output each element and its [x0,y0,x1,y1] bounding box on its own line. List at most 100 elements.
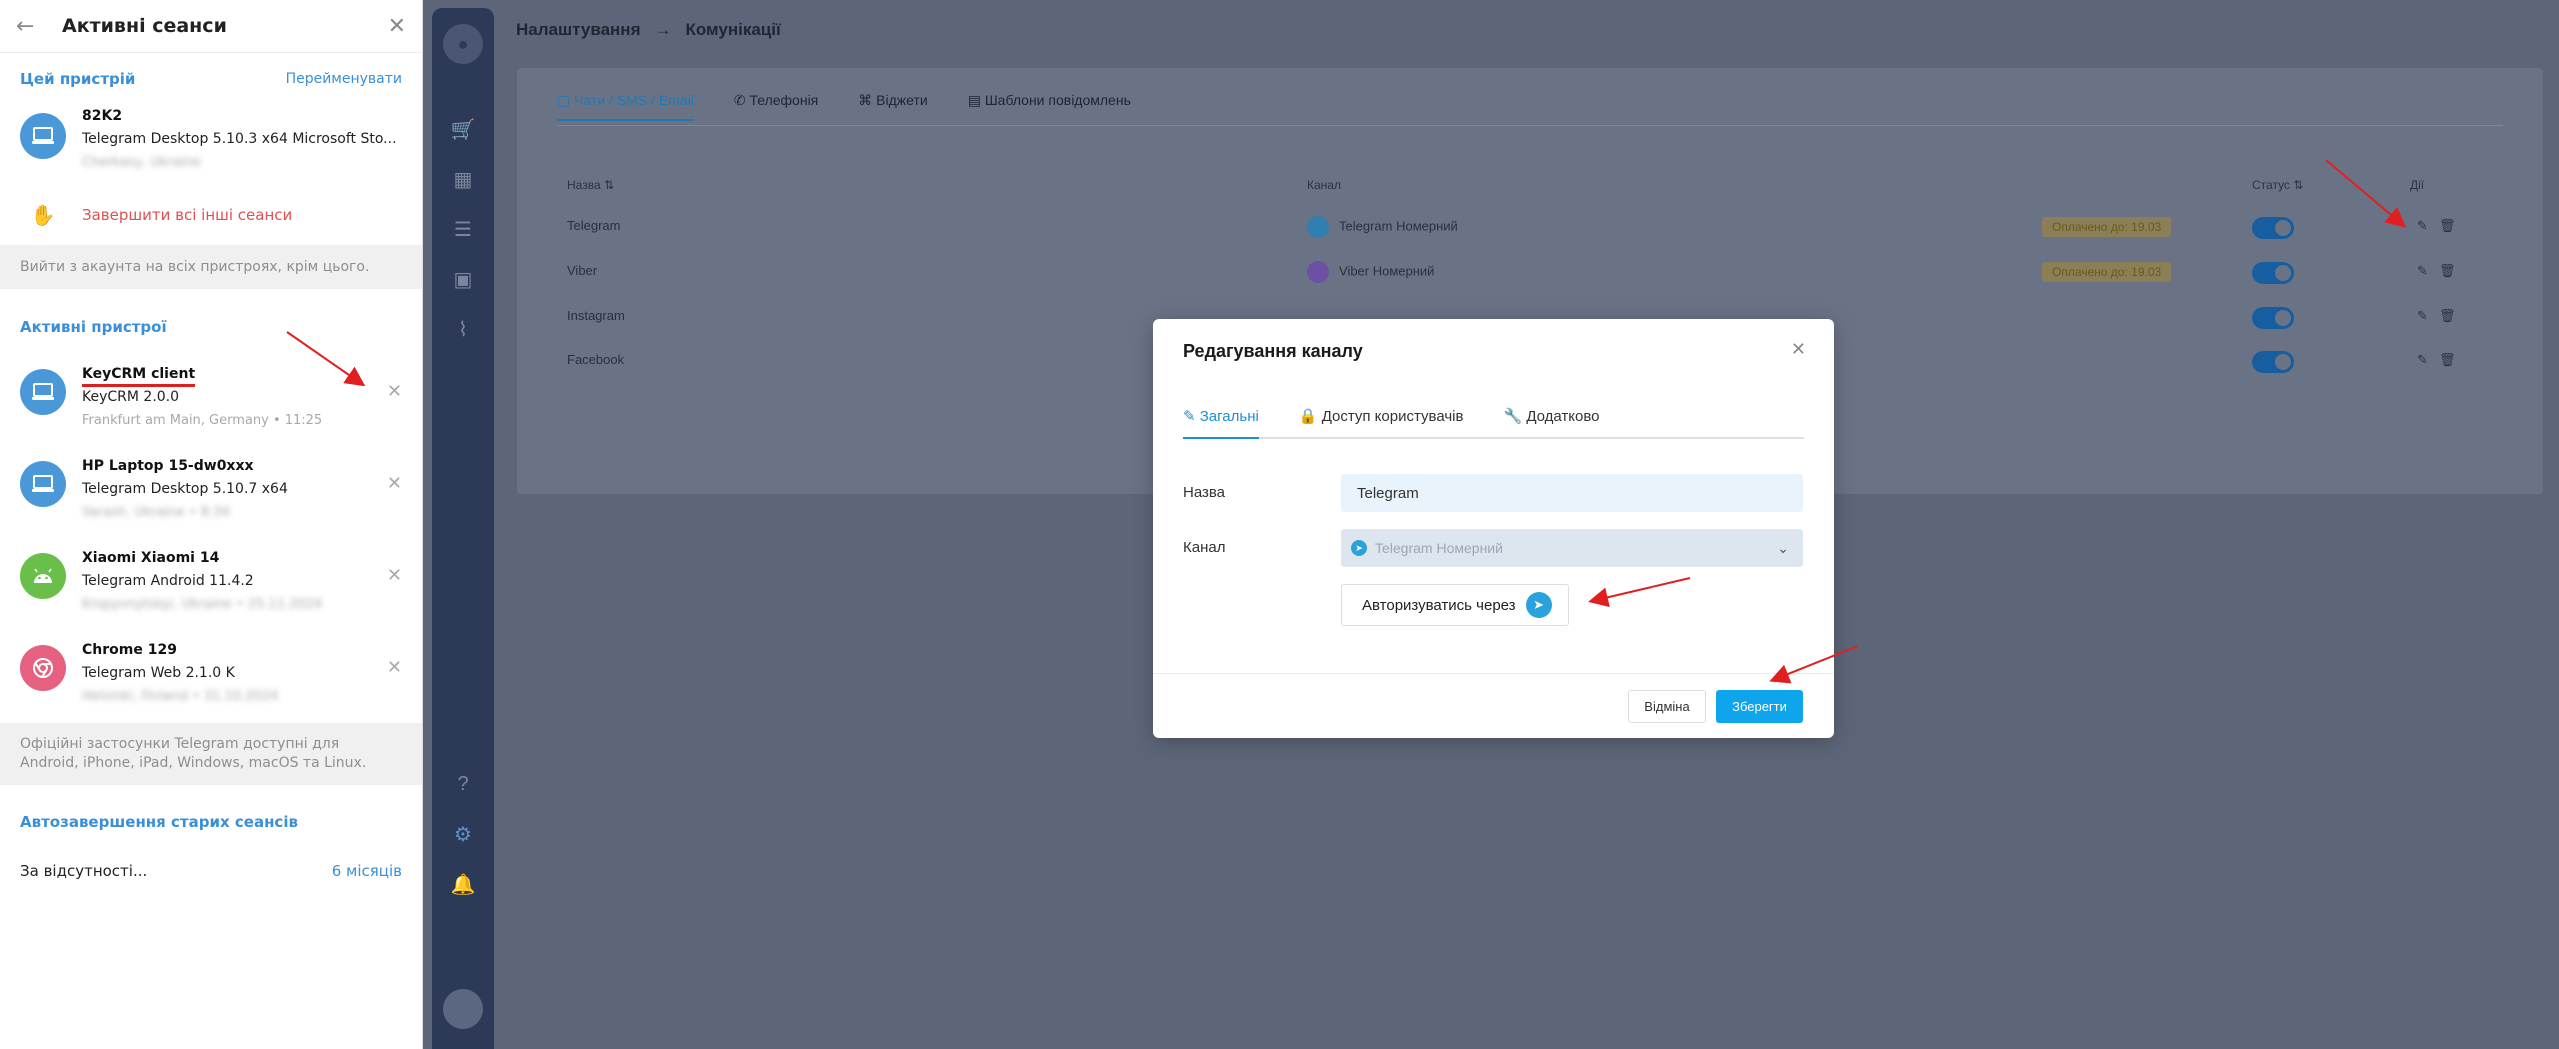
name-label: Назва [1183,484,1226,501]
row-name: Instagram [567,308,625,323]
status-toggle[interactable] [2252,307,2294,329]
session-name: KeyCRM client [82,363,322,387]
cancel-button[interactable]: Відміна [1628,690,1706,723]
session-info: KeyCRM client KeyCRM 2.0.0 Frankfurt am … [82,363,322,432]
delete-icon[interactable]: 🗑 [2439,352,2456,368]
status-toggle[interactable] [2252,262,2294,284]
tab-chats[interactable]: ▢ Чати / SMS / Email [557,92,694,121]
session-location: Frankfurt am Main, Germany • 11:25 [82,413,323,428]
auto-terminate-header: Автозавершення старих сеансів [0,785,422,851]
delete-icon[interactable]: 🗑 [2439,263,2456,279]
terminate-session-icon[interactable]: ✕ [387,565,402,586]
status-toggle[interactable] [2252,217,2294,239]
column-actions-header: Дії [2410,178,2425,192]
session-app: Telegram Web 2.1.0 K [82,665,235,681]
table-row: Viber Viber Номерний Оплачено до: 19.03 … [557,251,2503,295]
tasks-icon[interactable]: ☰ [432,204,494,254]
hand-icon: ✋ [30,203,56,227]
laptop-icon [20,461,66,507]
session-item[interactable]: KeyCRM client KeyCRM 2.0.0 Frankfurt am … [0,355,422,447]
breadcrumb-current: Комунікації [685,20,781,39]
crm-sidebar: ● 🛒 ▦ ☰ ▣ ⌇ ? ⚙ 🔔 [432,8,494,1049]
breadcrumb: Налаштування → Комунікації [494,0,2559,60]
notifications-icon[interactable]: 🔔 [432,859,494,909]
close-icon[interactable]: ✕ [1791,339,1806,360]
edit-icon[interactable]: ✎ [2417,308,2428,324]
android-icon [20,553,66,599]
tab-telephony[interactable]: ✆ Телефонія [734,92,818,121]
session-name: 82K2 [82,108,123,124]
delete-icon[interactable]: 🗑 [2439,218,2456,234]
telegram-icon: ➤ [1525,592,1552,618]
tab-widgets[interactable]: ⌘ Віджети [858,92,927,121]
laptop-icon [20,113,66,159]
help-icon[interactable]: ? [432,759,494,809]
channel-select-value: Telegram Номерний [1375,540,1503,556]
session-info: Xiaomi Xiaomi 14 Telegram Android 11.4.2… [82,547,322,616]
row-name: Telegram [567,218,621,233]
column-name-header[interactable]: Назва ⇅ [567,178,614,192]
table-row: Telegram Telegram Номерний Оплачено до: … [557,206,2503,250]
modal-title: Редагування каналу [1183,341,1363,361]
column-status-header[interactable]: Статус ⇅ [2252,178,2303,192]
cart-icon[interactable]: 🛒 [432,104,494,154]
auth-button-label: Авторизуватись через [1362,596,1516,614]
row-name: Viber [567,263,598,278]
logo-icon[interactable]: ● [443,24,483,64]
sidebar-bottom: ? ⚙ 🔔 [432,759,494,909]
crm-tabs: ▢ Чати / SMS / Email ✆ Телефонія ⌘ Відже… [557,92,1131,121]
edit-icon[interactable]: ✎ [2417,218,2428,234]
session-item[interactable]: Chrome 129 Telegram Web 2.1.0 K Helsinki… [0,631,422,723]
away-period-row[interactable]: За відсутності... 6 місяців [0,851,422,891]
session-name: HP Laptop 15-dw0xxx [82,458,254,474]
chrome-icon [20,645,66,691]
back-arrow-icon[interactable]: ← [16,14,46,39]
terminate-label: Завершити всі інші сеанси [82,206,293,224]
row-channel: Viber Номерний [1307,261,1434,283]
name-input[interactable]: Telegram [1341,474,1803,512]
laptop-icon [20,369,66,415]
settings-icon[interactable]: ⚙ [432,809,494,859]
apps-note: Офіційні застосунки Telegram доступні дл… [0,723,422,785]
terminate-session-icon[interactable]: ✕ [387,381,402,402]
this-device-header: Цей пристрій Перейменувати [0,53,422,105]
save-button[interactable]: Зберегти [1716,690,1803,723]
close-icon[interactable]: ✕ [388,14,406,39]
analytics-icon[interactable]: ⌇ [432,304,494,354]
terminate-others-button[interactable]: ✋ Завершити всі інші сеанси [0,185,422,245]
telegram-sessions-panel: ← Активні сеанси ✕ Цей пристрій Переймен… [0,0,423,1049]
delete-icon[interactable]: 🗑 [2439,308,2456,324]
channel-select[interactable]: ➤ Telegram Номерний ⌄ [1341,529,1803,567]
session-name: Xiaomi Xiaomi 14 [82,550,220,566]
breadcrumb-root[interactable]: Налаштування [516,20,641,40]
away-value[interactable]: 6 місяців [332,862,402,880]
row-channel: Telegram Номерний [1307,216,1458,238]
tab-general[interactable]: ✎ Загальні [1183,407,1259,439]
orders-icon[interactable]: ▦ [432,154,494,204]
authorize-via-telegram-button[interactable]: Авторизуватись через ➤ [1341,584,1569,626]
terminate-session-icon[interactable]: ✕ [387,657,402,678]
viber-icon [1307,261,1329,283]
tab-templates[interactable]: ▤ Шаблони повідомлень [968,92,1131,121]
tab-user-access[interactable]: 🔒 Доступ користувачів [1299,407,1464,437]
away-label: За відсутності... [20,862,148,880]
terminate-session-icon[interactable]: ✕ [387,473,402,494]
session-info: 82K2 Telegram Desktop 5.10.3 x64 Microso… [82,105,397,174]
warehouse-icon[interactable]: ▣ [432,254,494,304]
status-toggle[interactable] [2252,351,2294,373]
rename-link[interactable]: Перейменувати [286,71,402,87]
avatar[interactable] [443,989,483,1029]
session-app: Telegram Desktop 5.10.7 x64 [82,481,288,497]
tab-additional[interactable]: 🔧 Додатково [1503,407,1599,437]
edit-icon[interactable]: ✎ [2417,263,2428,279]
session-item[interactable]: HP Laptop 15-dw0xxx Telegram Desktop 5.1… [0,447,422,539]
modal-tabs: ✎ Загальні 🔒 Доступ користувачів 🔧 Додат… [1183,407,1804,439]
auto-terminate-title: Автозавершення старих сеансів [20,813,298,831]
edit-icon[interactable]: ✎ [2417,352,2428,368]
paid-until-badge: Оплачено до: 19.03 [2042,262,2172,282]
session-item[interactable]: Xiaomi Xiaomi 14 Telegram Android 11.4.2… [0,539,422,631]
session-location: Kropyvnytskyi, Ukraine • 25.11.2024 [82,597,323,612]
session-app: Telegram Android 11.4.2 [82,573,254,589]
session-app: Telegram Desktop 5.10.3 x64 Microsoft St… [82,131,397,147]
